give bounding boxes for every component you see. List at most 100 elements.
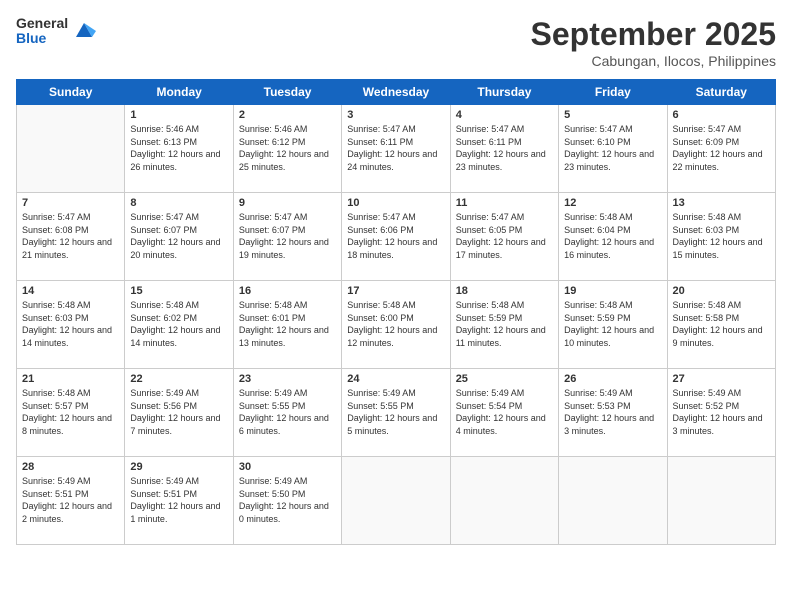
- cell-content: Sunrise: 5:47 AMSunset: 6:09 PMDaylight:…: [673, 123, 770, 173]
- cell-content: Sunrise: 5:48 AMSunset: 6:04 PMDaylight:…: [564, 211, 661, 261]
- date-number: 20: [673, 285, 770, 297]
- sunset-text: Sunset: 5:59 PM: [456, 312, 553, 325]
- calendar-cell: [17, 105, 125, 193]
- cell-content: Sunrise: 5:49 AMSunset: 5:52 PMDaylight:…: [673, 387, 770, 437]
- sunrise-text: Sunrise: 5:47 AM: [347, 211, 444, 224]
- daylight-text: Daylight: 12 hours and 26 minutes.: [130, 148, 227, 173]
- sunrise-text: Sunrise: 5:48 AM: [130, 299, 227, 312]
- day-header-tuesday: Tuesday: [233, 80, 341, 105]
- daylight-text: Daylight: 12 hours and 3 minutes.: [564, 412, 661, 437]
- sunset-text: Sunset: 5:59 PM: [564, 312, 661, 325]
- sunrise-text: Sunrise: 5:46 AM: [239, 123, 336, 136]
- date-number: 3: [347, 109, 444, 121]
- cell-content: Sunrise: 5:47 AMSunset: 6:11 PMDaylight:…: [456, 123, 553, 173]
- date-number: 5: [564, 109, 661, 121]
- date-number: 19: [564, 285, 661, 297]
- daylight-text: Daylight: 12 hours and 8 minutes.: [22, 412, 119, 437]
- sunrise-text: Sunrise: 5:47 AM: [22, 211, 119, 224]
- sunrise-text: Sunrise: 5:49 AM: [130, 387, 227, 400]
- week-row-1: 7 Sunrise: 5:47 AMSunset: 6:08 PMDaylight…: [17, 193, 776, 281]
- calendar-cell: 3 Sunrise: 5:47 AMSunset: 6:11 PMDaylight…: [342, 105, 450, 193]
- sunset-text: Sunset: 6:13 PM: [130, 136, 227, 149]
- calendar-cell: [559, 457, 667, 545]
- week-row-2: 14Sunrise: 5:48 AMSunset: 6:03 PMDayligh…: [17, 281, 776, 369]
- date-number: 10: [347, 197, 444, 209]
- date-number: 7: [22, 197, 119, 209]
- cell-content: Sunrise: 5:49 AMSunset: 5:50 PMDaylight:…: [239, 475, 336, 525]
- cell-content: Sunrise: 5:48 AMSunset: 5:59 PMDaylight:…: [564, 299, 661, 349]
- sunset-text: Sunset: 6:05 PM: [456, 224, 553, 237]
- sunset-text: Sunset: 5:55 PM: [239, 400, 336, 413]
- daylight-text: Daylight: 12 hours and 23 minutes.: [456, 148, 553, 173]
- date-number: 23: [239, 373, 336, 385]
- cell-content: Sunrise: 5:47 AMSunset: 6:06 PMDaylight:…: [347, 211, 444, 261]
- sunrise-text: Sunrise: 5:49 AM: [347, 387, 444, 400]
- cell-content: Sunrise: 5:48 AMSunset: 5:57 PMDaylight:…: [22, 387, 119, 437]
- date-number: 24: [347, 373, 444, 385]
- sunrise-text: Sunrise: 5:47 AM: [239, 211, 336, 224]
- daylight-text: Daylight: 12 hours and 7 minutes.: [130, 412, 227, 437]
- calendar-cell: 22Sunrise: 5:49 AMSunset: 5:56 PMDayligh…: [125, 369, 233, 457]
- date-number: 12: [564, 197, 661, 209]
- sunrise-text: Sunrise: 5:47 AM: [456, 211, 553, 224]
- daylight-text: Daylight: 12 hours and 21 minutes.: [22, 236, 119, 261]
- daylight-text: Daylight: 12 hours and 9 minutes.: [673, 324, 770, 349]
- calendar-cell: 29Sunrise: 5:49 AMSunset: 5:51 PMDayligh…: [125, 457, 233, 545]
- daylight-text: Daylight: 12 hours and 25 minutes.: [239, 148, 336, 173]
- sunrise-text: Sunrise: 5:47 AM: [564, 123, 661, 136]
- cell-content: Sunrise: 5:47 AMSunset: 6:10 PMDaylight:…: [564, 123, 661, 173]
- sunrise-text: Sunrise: 5:49 AM: [22, 475, 119, 488]
- date-number: 11: [456, 197, 553, 209]
- month-title: September 2025: [531, 16, 776, 53]
- week-row-4: 28Sunrise: 5:49 AMSunset: 5:51 PMDayligh…: [17, 457, 776, 545]
- calendar-cell: 1Sunrise: 5:46 AMSunset: 6:13 PMDaylight…: [125, 105, 233, 193]
- sunset-text: Sunset: 6:12 PM: [239, 136, 336, 149]
- daylight-text: Daylight: 12 hours and 15 minutes.: [673, 236, 770, 261]
- sunset-text: Sunset: 5:50 PM: [239, 488, 336, 501]
- calendar-cell: 21Sunrise: 5:48 AMSunset: 5:57 PMDayligh…: [17, 369, 125, 457]
- cell-content: Sunrise: 5:47 AMSunset: 6:08 PMDaylight:…: [22, 211, 119, 261]
- sunset-text: Sunset: 6:07 PM: [130, 224, 227, 237]
- date-number: 17: [347, 285, 444, 297]
- sunset-text: Sunset: 6:02 PM: [130, 312, 227, 325]
- daylight-text: Daylight: 12 hours and 4 minutes.: [456, 412, 553, 437]
- sunset-text: Sunset: 6:03 PM: [673, 224, 770, 237]
- cell-content: Sunrise: 5:49 AMSunset: 5:55 PMDaylight:…: [347, 387, 444, 437]
- logo: General Blue: [16, 16, 96, 47]
- date-number: 26: [564, 373, 661, 385]
- daylight-text: Daylight: 12 hours and 24 minutes.: [347, 148, 444, 173]
- daylight-text: Daylight: 12 hours and 14 minutes.: [130, 324, 227, 349]
- daylight-text: Daylight: 12 hours and 1 minute.: [130, 500, 227, 525]
- sunrise-text: Sunrise: 5:49 AM: [456, 387, 553, 400]
- calendar-cell: 17Sunrise: 5:48 AMSunset: 6:00 PMDayligh…: [342, 281, 450, 369]
- sunrise-text: Sunrise: 5:48 AM: [673, 211, 770, 224]
- sunrise-text: Sunrise: 5:46 AM: [130, 123, 227, 136]
- cell-content: Sunrise: 5:47 AMSunset: 6:11 PMDaylight:…: [347, 123, 444, 173]
- calendar-cell: 7 Sunrise: 5:47 AMSunset: 6:08 PMDaylight…: [17, 193, 125, 281]
- date-number: 15: [130, 285, 227, 297]
- calendar-cell: 2Sunrise: 5:46 AMSunset: 6:12 PMDaylight…: [233, 105, 341, 193]
- calendar-cell: [342, 457, 450, 545]
- calendar-cell: 16Sunrise: 5:48 AMSunset: 6:01 PMDayligh…: [233, 281, 341, 369]
- date-number: 14: [22, 285, 119, 297]
- calendar-cell: 26Sunrise: 5:49 AMSunset: 5:53 PMDayligh…: [559, 369, 667, 457]
- date-number: 6: [673, 109, 770, 121]
- sunset-text: Sunset: 5:55 PM: [347, 400, 444, 413]
- sunrise-text: Sunrise: 5:48 AM: [456, 299, 553, 312]
- calendar-cell: 30Sunrise: 5:49 AMSunset: 5:50 PMDayligh…: [233, 457, 341, 545]
- daylight-text: Daylight: 12 hours and 13 minutes.: [239, 324, 336, 349]
- calendar-cell: 4Sunrise: 5:47 AMSunset: 6:11 PMDaylight…: [450, 105, 558, 193]
- day-header-row: SundayMondayTuesdayWednesdayThursdayFrid…: [17, 80, 776, 105]
- daylight-text: Daylight: 12 hours and 16 minutes.: [564, 236, 661, 261]
- date-number: 16: [239, 285, 336, 297]
- sunset-text: Sunset: 5:56 PM: [130, 400, 227, 413]
- calendar-cell: 8Sunrise: 5:47 AMSunset: 6:07 PMDaylight…: [125, 193, 233, 281]
- sunrise-text: Sunrise: 5:48 AM: [239, 299, 336, 312]
- daylight-text: Daylight: 12 hours and 17 minutes.: [456, 236, 553, 261]
- week-row-0: 1Sunrise: 5:46 AMSunset: 6:13 PMDaylight…: [17, 105, 776, 193]
- calendar-cell: 19 Sunrise: 5:48 AMSunset: 5:59 PMDayligh…: [559, 281, 667, 369]
- page: General Blue September 2025 Cabungan, Il…: [0, 0, 792, 612]
- calendar-cell: 12 Sunrise: 5:48 AMSunset: 6:04 PMDayligh…: [559, 193, 667, 281]
- sunset-text: Sunset: 5:58 PM: [673, 312, 770, 325]
- logo-text: General Blue: [16, 16, 68, 47]
